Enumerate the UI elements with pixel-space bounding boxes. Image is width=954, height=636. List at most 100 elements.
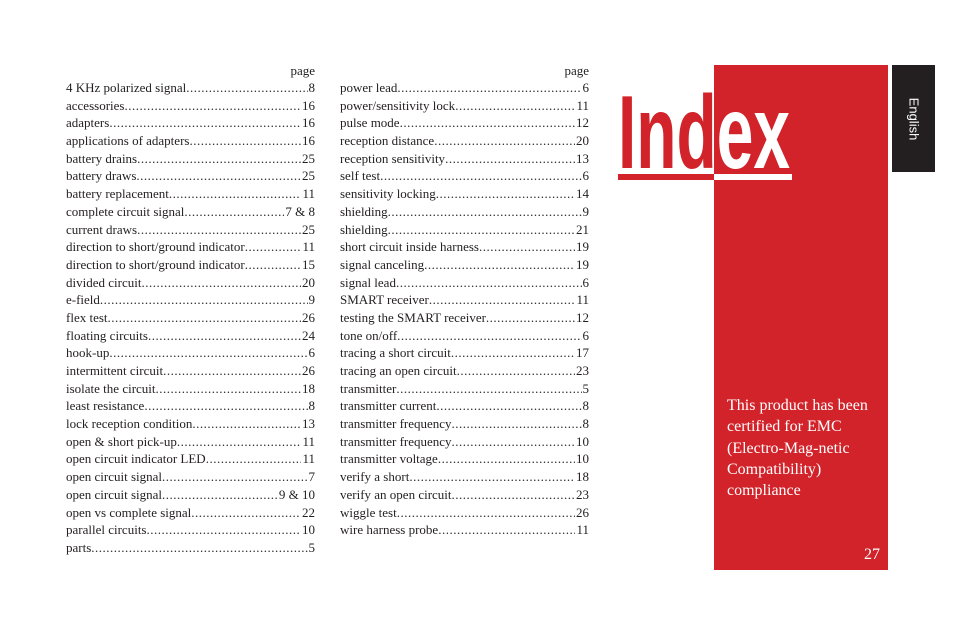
entry-term: least resistance [66, 398, 145, 414]
dot-leader [137, 150, 301, 168]
index-entry: transmitter 5 [340, 380, 589, 398]
dot-leader [147, 521, 302, 539]
entry-page: 20 [302, 274, 315, 290]
entry-term: parts [66, 539, 92, 555]
dot-leader [137, 221, 301, 239]
index-entry: lock reception condition 13 [66, 415, 315, 433]
dot-leader [434, 132, 575, 150]
index-entry: open vs complete signal 22 [66, 504, 315, 522]
index-entry: tracing a short circuit 17 [340, 344, 589, 362]
index-entry: short circuit inside harness 19 [340, 238, 589, 256]
dot-leader [100, 291, 308, 309]
dot-leader [438, 521, 575, 539]
index-entry: signal canceling 19 [340, 256, 589, 274]
entry-page: 23 [576, 363, 589, 378]
dot-leader [162, 468, 307, 486]
index-entry: direction to short/ground indicator 15 [66, 256, 315, 274]
index-entry: pulse mode 12 [340, 114, 589, 132]
entry-term: pulse mode [340, 115, 400, 131]
entry-page: 11 [576, 97, 589, 113]
entry-page: 25 [302, 150, 315, 166]
entry-page: 7 [308, 469, 316, 485]
entry-page: 8 [308, 80, 316, 95]
entry-page: 12 [576, 309, 589, 325]
entry-page: 11 [302, 186, 315, 202]
dot-leader [452, 433, 575, 451]
dot-leader [455, 97, 575, 115]
certification-note: This product has been certified for EMC … [727, 397, 868, 500]
entry-term: accessories [66, 97, 125, 113]
entry-term: open circuit indicator LED [66, 451, 206, 467]
index-entry: hook-up 6 [66, 344, 315, 362]
entry-term: open circuit signal [66, 486, 163, 502]
index-entry: accessories 16 [66, 97, 315, 115]
dot-leader [136, 167, 301, 185]
index-entry: battery draws 25 [66, 167, 315, 185]
entry-page: 19 [576, 239, 589, 255]
dot-leader [191, 504, 301, 522]
index-entry: tracing an open circuit 23 [340, 362, 589, 380]
dot-leader [109, 344, 307, 362]
index-entry: floating circuits 24 [66, 327, 315, 345]
dot-leader [445, 150, 575, 168]
index-entry: complete circuit signal 7 & 8 [66, 203, 315, 221]
entry-term: direction to short/ground indicator [66, 256, 245, 272]
index-entry: shielding 21 [340, 221, 589, 239]
entry-page: 8 [308, 398, 316, 414]
index-entry: least resistance 8 [66, 397, 315, 415]
index-entry: power lead 6 [340, 79, 589, 97]
entry-term: signal canceling [340, 256, 425, 272]
index-entry: e-field 9 [66, 291, 315, 309]
entry-page: 6 [582, 327, 590, 343]
dot-leader [397, 79, 581, 97]
index-entry: verify an open circuit 23 [340, 486, 589, 504]
entry-page: 10 [576, 433, 589, 449]
entry-term: shielding [340, 203, 388, 219]
entry-page: 13 [302, 416, 315, 432]
index-column-right: page power lead 6 power/sensitivity lock 11… [340, 62, 589, 539]
entry-term: e-field [66, 292, 100, 308]
entry-term: power/sensitivity lock [340, 97, 456, 113]
entry-term: self test [340, 168, 381, 184]
entry-page: 16 [302, 115, 315, 131]
dot-leader [486, 309, 575, 327]
entry-page: 5 [582, 380, 590, 396]
page-column-label: page [290, 63, 315, 78]
dot-leader [479, 238, 575, 256]
dot-leader [397, 504, 575, 522]
entry-term: short circuit inside harness [340, 239, 479, 255]
entry-page: 26 [302, 309, 315, 325]
entry-page: 6 [582, 168, 590, 184]
entry-page: 10 [576, 451, 589, 467]
dot-leader [124, 97, 301, 115]
index-entry: isolate the circuit 18 [66, 380, 315, 398]
dot-leader [388, 203, 582, 221]
entry-page: 9 & 10 [278, 486, 315, 502]
index-entry: transmitter current 8 [340, 397, 589, 415]
entry-term: reception sensitivity [340, 150, 446, 166]
dot-leader [148, 327, 301, 345]
entry-page: 22 [302, 504, 315, 520]
entry-page: 11 [576, 522, 589, 538]
index-entry: SMART receiver 11 [340, 291, 589, 309]
dot-leader [184, 203, 284, 221]
entry-page: 25 [302, 221, 315, 237]
dot-leader [451, 344, 575, 362]
dot-leader [109, 114, 301, 132]
dot-leader [91, 539, 307, 557]
entry-term: testing the SMART receiver [340, 309, 486, 325]
entry-term: lock reception condition [66, 416, 193, 432]
index-entry: battery drains 25 [66, 150, 315, 168]
entry-page: 15 [302, 256, 315, 272]
entry-page: 9 [308, 292, 316, 308]
entry-page: 6 [582, 80, 590, 95]
entry-page: 12 [576, 115, 589, 131]
entry-page: 8 [582, 416, 590, 432]
entry-page: 8 [582, 398, 590, 414]
dot-leader [141, 274, 301, 292]
entry-term: battery replacement [66, 186, 169, 202]
entry-page: 21 [576, 221, 589, 237]
entry-term: applications of adapters [66, 133, 190, 149]
index-entry: transmitter voltage 10 [340, 450, 589, 468]
entry-page: 20 [576, 133, 589, 149]
